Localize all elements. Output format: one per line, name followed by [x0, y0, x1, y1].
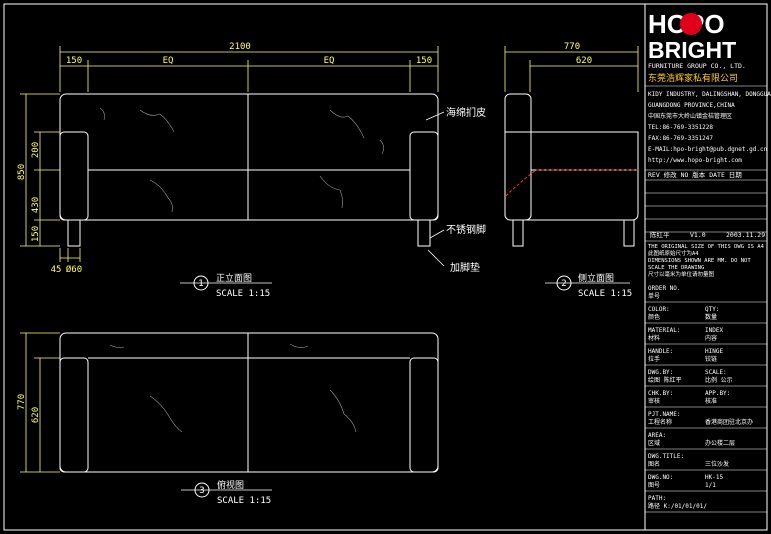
field-label-en: ORDER NO.	[648, 285, 681, 292]
field-label-en: HANDLE:	[648, 348, 673, 355]
view-2-number: 2	[561, 279, 566, 289]
note-line: 尺寸以毫米为单位请勿量图	[648, 270, 715, 278]
field-label-en: AREA:	[648, 432, 666, 439]
note-line: 此图纸原始尺寸为A4	[648, 249, 699, 257]
rev-date: 2003.11.29	[726, 231, 765, 239]
dim-total-width: 2100	[229, 42, 251, 52]
field-label-en: PJT.NAME:	[648, 411, 681, 418]
field-label-en: MATERIAL:	[648, 327, 681, 334]
dim-d60: Ø60	[66, 264, 82, 275]
address-line: FAX:86-769-3351247	[648, 135, 713, 142]
field-value-2: 核准	[705, 397, 717, 405]
field-label-cn: 绘图 陈红平	[648, 376, 682, 384]
field-label-cn: 单号	[648, 292, 660, 300]
field-label-en: DWG.BY:	[648, 369, 673, 376]
dim-left-150: 150	[66, 56, 82, 66]
field-value: 香港商团驻北京办	[705, 418, 753, 426]
logo-red-dot-icon	[680, 13, 702, 35]
field-value: APP.BY:	[705, 390, 730, 397]
front-view: 2100 150 EQ EQ 150 200 850 430 150 45 Ø6…	[17, 42, 486, 299]
dim-150-leg: 150	[31, 226, 41, 242]
field-label-cn: 拉手	[648, 355, 660, 363]
address-line: http://www.hopo-bright.com	[648, 157, 742, 164]
side-view: 770 620 2 侧立面图 SCALE 1:15	[504, 42, 639, 299]
field-label-en: DWG.NO:	[648, 474, 673, 481]
view-1-scale: SCALE 1:15	[216, 289, 270, 299]
field-label-en: DWG.TITLE:	[648, 453, 684, 460]
title-block: HOPO BRIGHT FURNITURE GROUP CO., LTD. 东莞…	[644, 4, 771, 530]
field-value: 办公楼二层	[705, 439, 735, 447]
dim-200: 200	[31, 142, 41, 158]
dim-eq-left: EQ	[163, 56, 174, 66]
address-line: GUANGDONG PROVINCE,CHINA	[648, 102, 735, 109]
note-line: SCALE THE DRAWING	[648, 265, 704, 271]
field-value-2: 1/1	[705, 482, 716, 489]
field-value: HINGE	[705, 348, 723, 355]
field-value: 三位沙发	[705, 460, 729, 468]
field-label-cn: 材料	[648, 334, 660, 342]
note-line: DIMENSIONS SHOWN ARE MM. DO NOT	[648, 258, 751, 264]
field-value: INDEX	[705, 327, 723, 334]
field-value-2: 内容	[705, 334, 717, 342]
plan-dim-770: 770	[17, 394, 27, 410]
logo-bright: BRIGHT	[648, 37, 736, 63]
fields-block: ORDER NO.单号 COLOR:颜色 QTY:数量 MATERIAL:材料 INDE…	[645, 285, 767, 513]
field-label-cn: 路径 K:/01/01/01/	[648, 502, 707, 510]
callout-foot-pad: 加脚垫	[450, 261, 480, 274]
rev-version: V1.0	[690, 231, 706, 239]
field-value-2: 比例 公示	[705, 376, 733, 384]
field-label-cn: 图号	[648, 482, 660, 489]
field-label-cn: 审核	[648, 397, 660, 405]
field-label-cn: 工程名称	[648, 418, 672, 426]
dim-eq-right: EQ	[324, 56, 335, 66]
side-seat-profile	[505, 169, 638, 197]
company-name-cn: 东莞浩辉家私有限公司	[648, 72, 738, 84]
view-2-scale: SCALE 1:15	[578, 289, 632, 299]
view-3-number: 3	[199, 486, 204, 496]
view-3-title: 俯视图	[217, 479, 244, 491]
dim-right-150: 150	[416, 56, 432, 66]
dim-430: 430	[31, 197, 41, 213]
field-value: QTY:	[705, 306, 719, 313]
view-3-scale: SCALE 1:15	[217, 496, 271, 506]
field-value: SCALE:	[705, 369, 727, 376]
company-subtitle: FURNITURE GROUP CO., LTD.	[648, 62, 746, 70]
view-1-title: 正立面图	[216, 272, 252, 284]
revision-header: REV 修改 NO 版本 DATE 日期	[648, 170, 742, 179]
callout-leather: 海绵扪皮	[446, 106, 486, 119]
callout-steel-leg: 不锈钢脚	[446, 223, 486, 236]
dim-850: 850	[17, 164, 27, 180]
address-line: E-MAIL:hpo-bright@pub.dgnet.gd.cn	[648, 146, 768, 153]
field-value-2: 铰链	[705, 355, 717, 363]
rev-who: 陈红平	[650, 230, 670, 239]
field-value-2: 数量	[705, 313, 717, 321]
view-1-number: 1	[198, 279, 203, 289]
field-label-cn: 区域	[648, 439, 660, 447]
field-label-en: PATH:	[648, 495, 666, 502]
plan-dim-620: 620	[31, 407, 41, 423]
field-label-cn: 图名	[648, 460, 660, 468]
field-label-cn: 颜色	[648, 313, 660, 321]
dim-45: 45	[51, 265, 62, 275]
address-line: TEL:86-769-3351228	[648, 124, 713, 131]
plan-view: 770 620 3 俯视图 SCALE 1:15	[17, 332, 439, 506]
field-value: HK-15	[705, 474, 723, 481]
address-block: KIDY INDUSTRY, DALINGSHAN, DONGGUAN GUANG…	[648, 91, 771, 164]
note-line: THE ORIGINAL SIZE OF THIS DWG IS A4	[648, 244, 765, 250]
cad-drawing-canvas: 2100 150 EQ EQ 150 200 850 430 150 45 Ø6…	[0, 0, 771, 534]
side-dim-770: 770	[564, 42, 580, 52]
notes-block: THE ORIGINAL SIZE OF THIS DWG IS A4此图纸原始…	[648, 244, 765, 278]
address-line: KIDY INDUSTRY, DALINGSHAN, DONGGUAN	[648, 91, 771, 98]
side-dim-620: 620	[576, 56, 592, 66]
field-label-en: CHK.BY:	[648, 390, 673, 397]
drawing-svg: 2100 150 EQ EQ 150 200 850 430 150 45 Ø6…	[3, 3, 771, 531]
address-line: 中国东莞市大岭山镇金桔管理区	[648, 112, 732, 120]
view-2-title: 侧立面图	[578, 272, 614, 284]
field-label-en: COLOR:	[648, 306, 670, 313]
